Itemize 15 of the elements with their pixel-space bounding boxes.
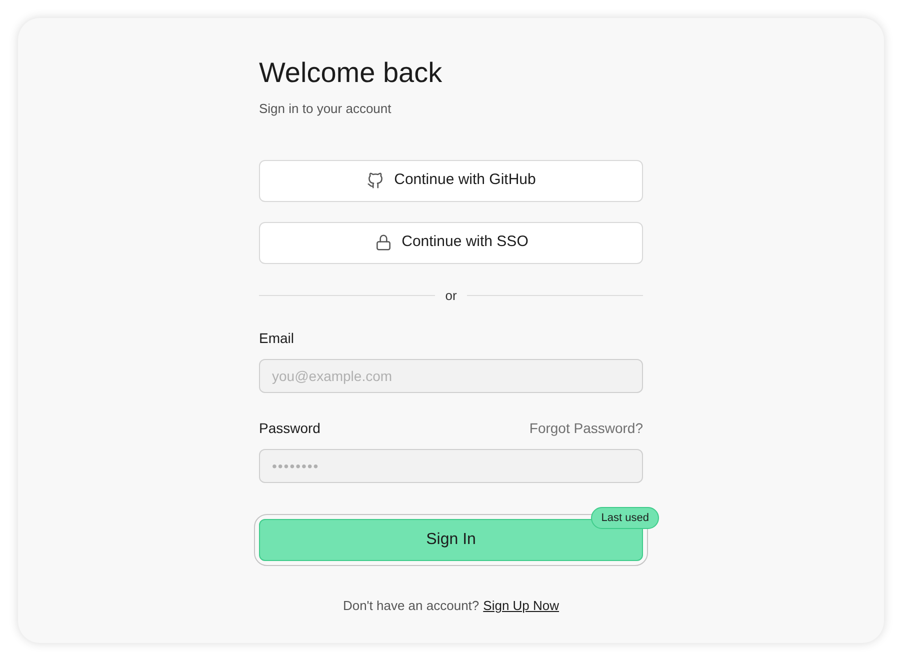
github-icon xyxy=(366,171,386,190)
email-field[interactable]: you@example.com xyxy=(259,359,643,393)
last-used-badge: Last used xyxy=(591,507,659,529)
field-label: Email xyxy=(259,329,294,348)
password-field[interactable]: •••••••• xyxy=(259,449,643,483)
signup-prompt: Don't have an account? xyxy=(342,597,480,615)
page-title: Welcome back xyxy=(259,56,442,90)
forgot-password-link[interactable]: Forgot Password? xyxy=(529,418,643,439)
github-button[interactable]: Continue with GitHub xyxy=(259,160,643,202)
divider-label: or xyxy=(445,286,457,304)
lock-icon xyxy=(374,233,393,252)
sign-up-link[interactable]: Sign Up Now xyxy=(483,596,560,616)
field-label: Password xyxy=(259,419,320,438)
sso-button[interactable]: Continue with SSO xyxy=(259,222,643,264)
page-subtitle: Sign in to your account xyxy=(259,100,392,118)
